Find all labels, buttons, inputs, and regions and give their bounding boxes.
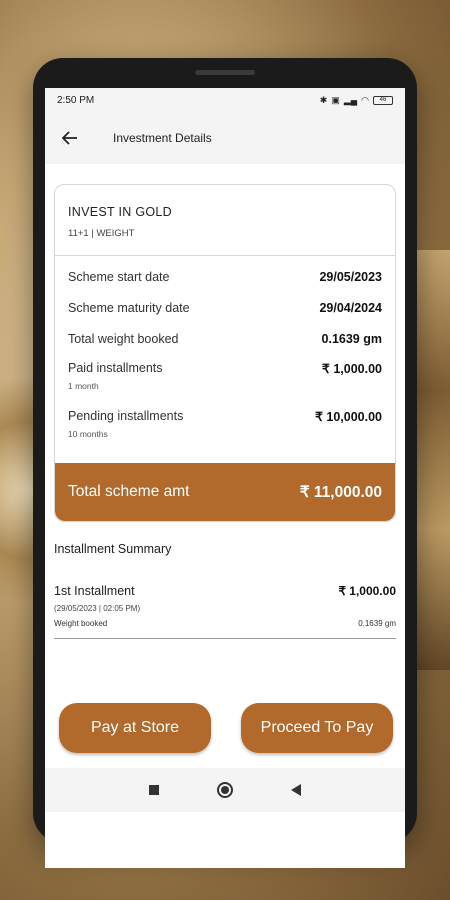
detail-value: 29/04/2024 [319,301,382,315]
detail-row: Scheme start date 29/05/2023 [68,268,382,299]
scheme-header: INVEST IN GOLD 11+1 | WEIGHT [55,185,395,256]
phone-speaker [195,70,255,75]
detail-value: 29/05/2023 [319,270,382,284]
total-label: Total scheme amt [68,483,190,500]
detail-label: Scheme start date [68,270,170,284]
pending-installments-note: 10 months [68,429,108,439]
weight-booked-value: 0.1639 gm [358,619,396,628]
pay-at-store-button[interactable]: Pay at Store [59,703,211,753]
detail-row: Total weight booked 0.1639 gm [68,330,382,361]
weight-booked-label: Weight booked [54,619,108,628]
battery-icon: 46 [373,95,393,105]
system-nav-bar [45,768,405,812]
detail-row: Scheme maturity date 29/04/2024 [68,299,382,330]
home-icon[interactable] [217,782,233,798]
scheme-subtitle: 11+1 | WEIGHT [68,228,135,239]
paid-installments-label: Paid installments [68,361,163,375]
installment-date: (29/05/2023 | 02:05 PM) [54,604,141,613]
status-icons: ✱ ▣ ▂▄ ◠ 46 [320,95,393,106]
scheme-card: INVEST IN GOLD 11+1 | WEIGHT Scheme star… [54,184,396,522]
detail-label: Scheme maturity date [68,301,190,315]
bluetooth-icon: ✱ [319,94,328,105]
paid-installments-row: Paid installments 1 month ₹ 1,000.00 [68,361,382,409]
app-screen: 2:50 PM ✱ ▣ ▂▄ ◠ 46 Investment Details I… [45,88,405,868]
wifi-icon: ◠ [361,94,369,105]
scheme-details: Scheme start date 29/05/2023 Scheme matu… [55,256,395,463]
status-time: 2:50 PM [57,94,95,106]
pending-installments-value: ₹ 10,000.00 [314,410,382,424]
recents-icon[interactable] [149,785,159,795]
summary-title: Installment Summary [54,542,172,556]
installment-item: 1st Installment ₹ 1,000.00 (29/05/2023 |… [54,584,396,639]
total-value: ₹ 11,000.00 [299,483,382,501]
paid-installments-value: ₹ 1,000.00 [321,362,382,376]
proceed-to-pay-button[interactable]: Proceed To Pay [241,703,393,753]
nav-back-icon[interactable] [291,784,301,796]
total-scheme-bar: Total scheme amt ₹ 11,000.00 [55,463,395,521]
paid-installments-note: 1 month [68,381,99,391]
scheme-title: INVEST IN GOLD [68,205,172,219]
phone-frame: 2:50 PM ✱ ▣ ▂▄ ◠ 46 Investment Details I… [33,58,417,868]
status-bar: 2:50 PM ✱ ▣ ▂▄ ◠ 46 [45,88,405,112]
installment-amount: ₹ 1,000.00 [338,584,396,598]
action-buttons: Pay at Store Proceed To Pay [59,703,393,753]
signal-icon: ▂▄ [343,94,358,105]
installment-name: 1st Installment [54,584,135,598]
pending-installments-row: Pending installments 10 months ₹ 10,000.… [68,409,382,457]
app-bar: Investment Details [45,112,405,164]
detail-value: 0.1639 gm [321,332,382,346]
detail-label: Total weight booked [68,332,179,346]
page-title: Investment Details [113,131,212,145]
arrow-left-icon [62,131,77,145]
pending-installments-label: Pending installments [68,409,184,423]
back-button[interactable] [57,125,83,151]
main-content: INVEST IN GOLD 11+1 | WEIGHT Scheme star… [45,164,405,639]
sim-icon: ▣ [331,94,340,105]
